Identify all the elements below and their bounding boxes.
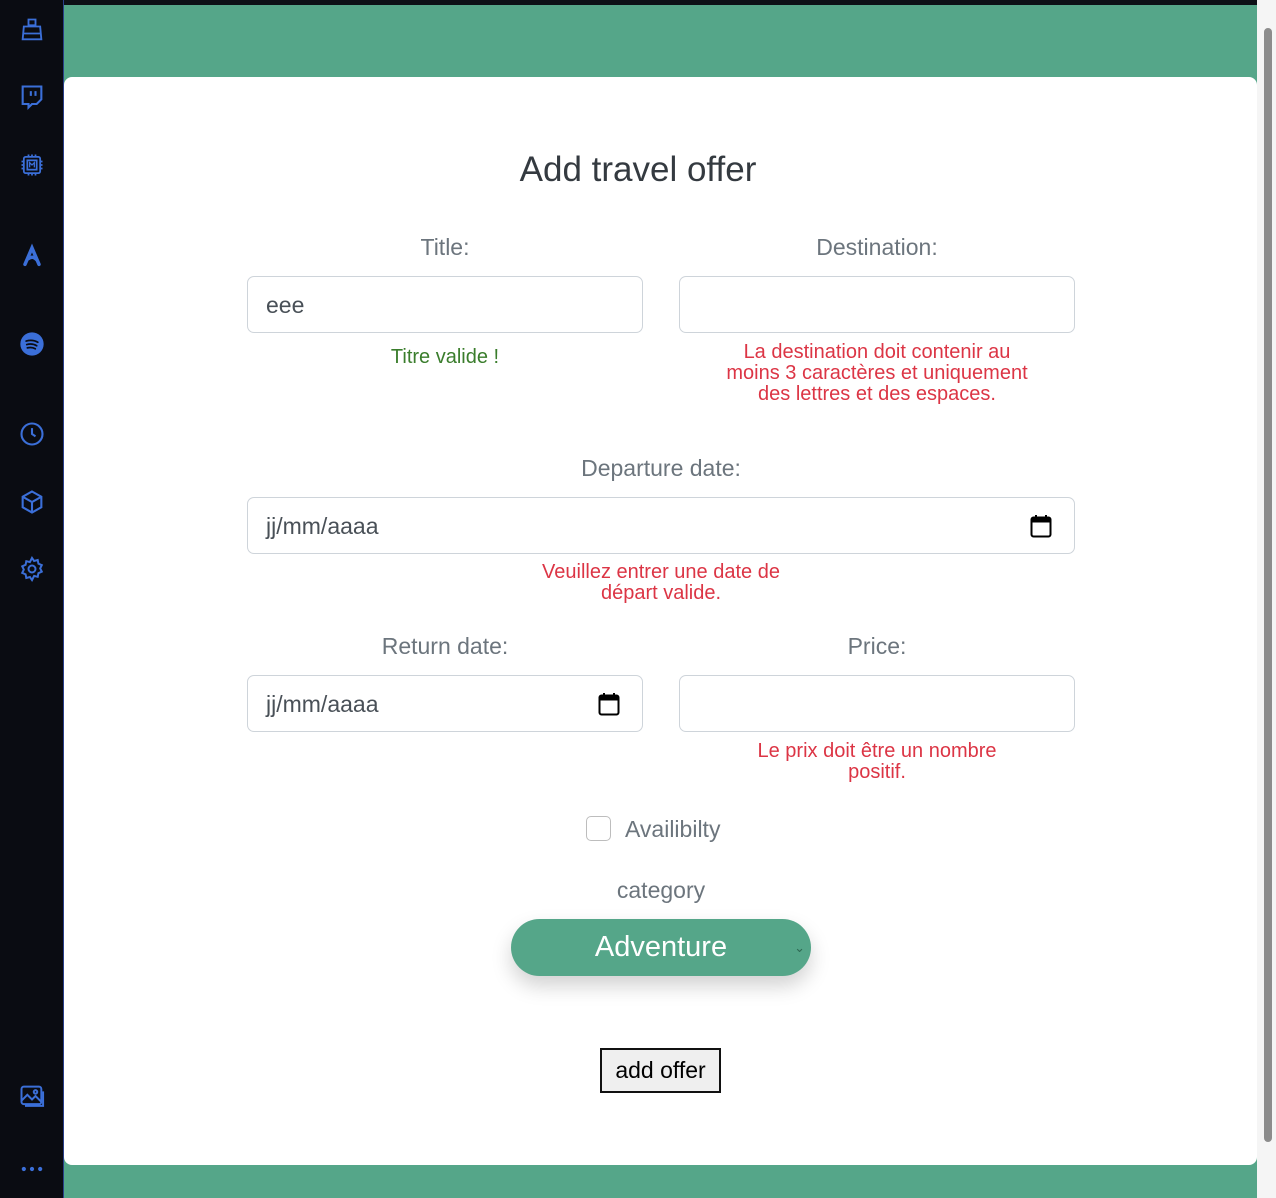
form-card (64, 77, 1257, 1165)
departure-date-placeholder: jj/mm/aaaa (266, 513, 379, 539)
more-icon[interactable] (16, 1153, 48, 1185)
chevron-down-icon: ⌄ (794, 940, 805, 955)
destination-input[interactable] (679, 276, 1075, 333)
departure-date-error-message: Veuillez entrer une date de départ valid… (542, 561, 780, 604)
title-label: Title: (420, 234, 470, 260)
price-input[interactable] (679, 675, 1075, 732)
title-input[interactable]: eee (247, 276, 643, 333)
window-top-border (0, 0, 1276, 5)
destination-label: Destination: (816, 234, 938, 260)
title-valid-message: Titre valide ! (390, 346, 500, 368)
category-selected-value: Adventure (594, 931, 728, 963)
availability-label: Availibilty (625, 816, 721, 842)
twitch-icon[interactable] (16, 81, 48, 113)
add-offer-button[interactable]: add offer (600, 1048, 721, 1093)
broom-icon[interactable] (16, 14, 48, 46)
return-date-input[interactable]: jj/mm/aaaa (247, 675, 643, 732)
departure-date-label: Departure date: (581, 455, 741, 481)
page-title: Add travel offer (519, 150, 757, 189)
category-select[interactable]: Adventure ⌄ (511, 919, 811, 976)
price-label: Price: (847, 633, 907, 659)
scrollbar-thumb[interactable] (1264, 28, 1272, 1142)
image-gallery-icon[interactable] (16, 1080, 48, 1112)
gear-icon[interactable] (16, 553, 48, 585)
spotify-icon[interactable] (16, 328, 48, 360)
cube-icon[interactable] (16, 486, 48, 518)
category-label: category (616, 877, 706, 903)
arc-logo-icon[interactable] (16, 239, 48, 271)
destination-error-message: La destination doit contenir au moins 3 … (726, 341, 1028, 405)
clock-icon[interactable] (16, 418, 48, 450)
calendar-icon[interactable] (1030, 514, 1052, 538)
price-error-message: Le prix doit être un nombre positif. (757, 740, 997, 783)
calendar-icon[interactable] (598, 692, 620, 716)
availability-checkbox[interactable] (586, 816, 611, 841)
return-date-label: Return date: (381, 633, 509, 659)
return-date-placeholder: jj/mm/aaaa (266, 691, 379, 717)
departure-date-input[interactable]: jj/mm/aaaa (247, 497, 1075, 554)
